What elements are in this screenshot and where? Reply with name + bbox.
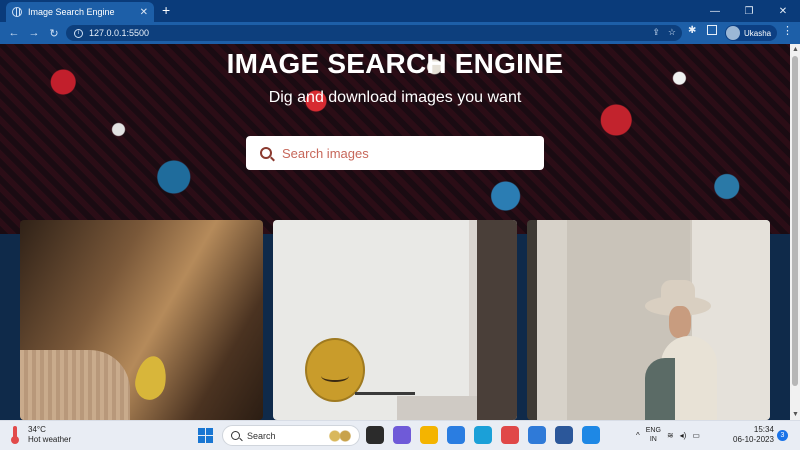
address-bar-actions: ⇪ ☆ [652,27,676,38]
date: 06-10-2023 [733,435,774,444]
weather-description: Hot weather [28,435,72,444]
edge-icon[interactable] [474,426,492,444]
side-panel-icon[interactable] [707,25,717,35]
minimize-button[interactable]: — [698,0,732,22]
taskbar-search[interactable]: Search [222,425,360,446]
restore-button[interactable]: ❐ [732,0,766,22]
page-subtitle: Dig and download images you want [268,89,522,106]
url-text: 127.0.0.1:5500 [89,28,150,38]
tab-close-icon[interactable]: ✕ [140,7,148,18]
site-info-icon[interactable]: i [74,28,83,38]
hero-banner: IMAGE SEARCH ENGINE Dig and download ima… [0,44,790,234]
taskbar-search-label: Search [247,430,276,441]
gallery-image-card[interactable] [527,220,770,420]
address-bar[interactable]: i 127.0.0.1:5500 ⇪ ☆ [66,25,682,41]
thermometer-icon [10,426,20,444]
search-highlight-icon [327,430,353,442]
taskbar: 34°C Hot weather Search ^ ENG IN ≋ ◂) ▭ … [0,420,800,450]
teams-icon[interactable] [393,426,411,444]
app-red-icon[interactable] [501,426,519,444]
vertical-scrollbar[interactable]: ▲ ▼ [790,44,800,420]
leaf-shape [132,353,170,403]
chrome-icon[interactable] [582,426,600,444]
globe-icon [12,7,22,17]
reload-icon[interactable]: ↻ [44,27,64,40]
weather-widget[interactable]: 34°C Hot weather [10,425,71,445]
tab-title: Image Search Engine [28,7,115,17]
lang-bottom: IN [649,436,657,443]
language-indicator[interactable]: ENG IN [646,426,661,444]
forward-icon[interactable]: → [24,27,44,39]
browser-tab-bar: Image Search Engine ✕ + — ❐ ✕ [0,0,800,22]
wall-shape [469,220,477,420]
bookmark-star-icon[interactable]: ☆ [668,27,676,38]
task-view-icon[interactable] [366,426,384,444]
coat-shape [645,358,675,420]
face-shape [669,306,691,338]
search-input[interactable] [282,145,522,161]
smile-shape [321,370,349,382]
hat-top-shape [661,280,695,304]
pinned-apps [366,426,600,444]
hair-leaf-photo [20,350,130,420]
profile-name: Ukasha [744,28,772,38]
menu-kebab-icon[interactable]: ⋮ [782,24,793,37]
clock[interactable]: 15:34 06-10-2023 [733,425,774,445]
volume-icon[interactable]: ◂) [680,431,687,440]
dish-arm-shape [355,392,415,395]
time: 15:34 [753,425,774,434]
avatar [726,26,740,40]
share-icon[interactable]: ⇪ [652,27,660,38]
notification-badge[interactable]: 3 [777,430,788,441]
satellite-dish-photo [477,220,517,420]
scroll-down-icon[interactable]: ▼ [792,411,799,418]
start-button[interactable] [198,428,213,443]
back-icon[interactable]: ← [4,27,24,39]
weather-temp: 34°C [28,425,46,434]
search-icon [260,147,272,159]
search-icon [231,431,240,440]
close-window-button[interactable]: ✕ [766,0,800,22]
profile-button[interactable]: Ukasha [725,25,778,41]
vscode-icon[interactable] [528,426,546,444]
file-explorer-icon[interactable] [420,426,438,444]
new-tab-button[interactable]: + [162,3,170,17]
gallery-image-card[interactable] [20,220,263,420]
battery-icon[interactable]: ▭ [692,431,700,440]
show-hidden-icons[interactable]: ^ [636,431,640,440]
lang-top: ENG [645,427,661,434]
store-icon[interactable] [447,426,465,444]
window-controls: — ❐ ✕ [698,0,800,22]
page-viewport: IMAGE SEARCH ENGINE Dig and download ima… [0,44,790,420]
word-icon[interactable] [555,426,573,444]
system-tray: ^ ENG IN ≋ ◂) ▭ [636,426,700,444]
extensions-icon[interactable]: ✱ [688,25,696,36]
page-title: IMAGE SEARCH ENGINE [226,48,564,79]
search-box[interactable] [246,136,544,170]
scroll-up-icon[interactable]: ▲ [792,46,799,53]
browser-toolbar: ← → ↻ i 127.0.0.1:5500 ⇪ ☆ [0,22,800,44]
browser-tab[interactable]: Image Search Engine ✕ [6,2,154,22]
building-shape [397,396,477,420]
gallery-image-card[interactable] [273,220,517,420]
windows-logo-icon [198,428,205,435]
scroll-thumb[interactable] [792,56,798,386]
image-gallery [0,220,790,420]
wifi-icon[interactable]: ≋ [667,431,674,440]
